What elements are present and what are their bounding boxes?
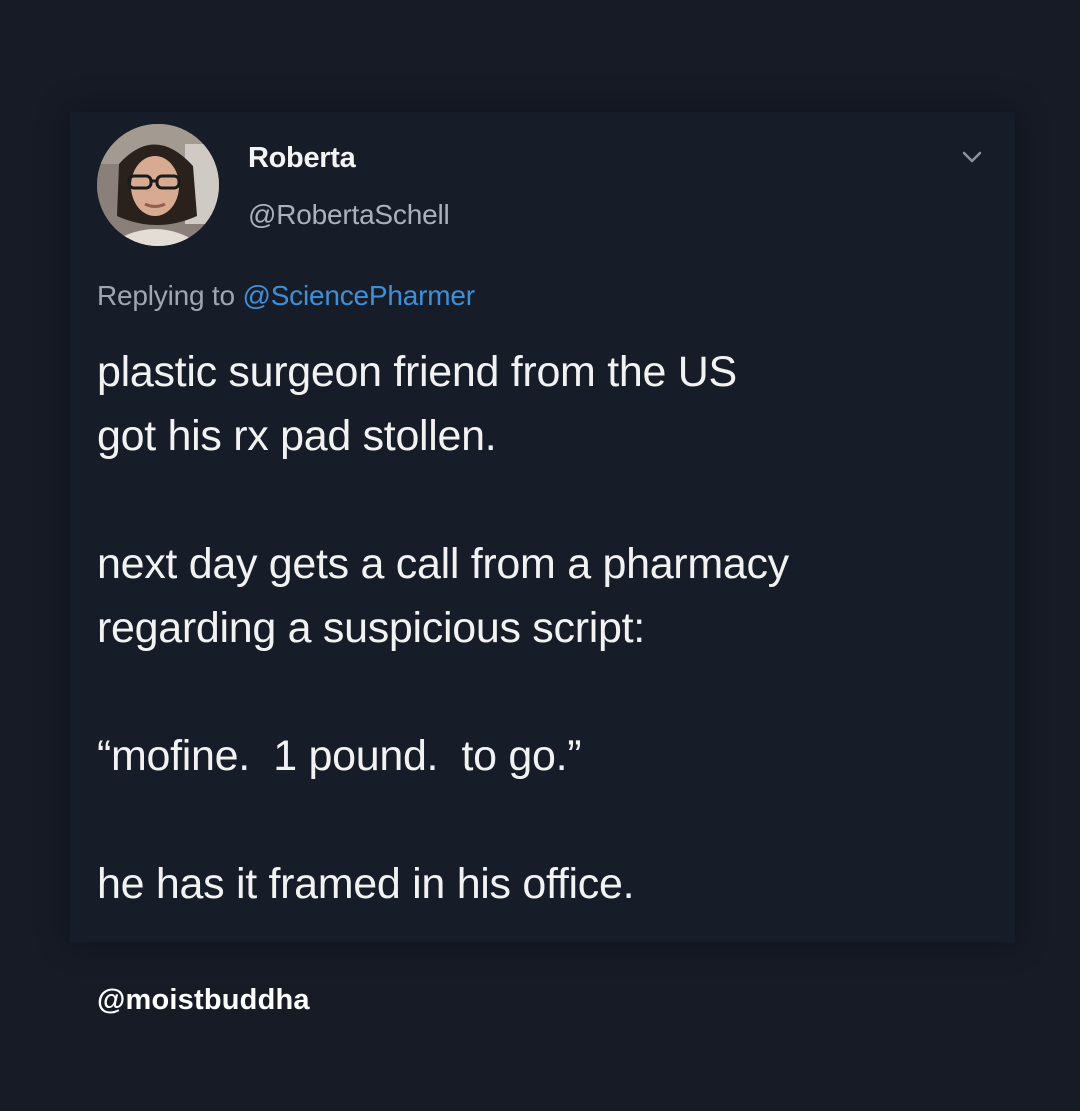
tweet-line: got his rx pad stollen. [97, 412, 497, 460]
replying-to-line: Replying to @SciencePharmer [97, 280, 475, 312]
tweet-paragraph: “mofine. 1 pound. to go.” [97, 724, 997, 788]
tweet-paragraph: he has it framed in his office. [97, 852, 997, 916]
avatar-photo [97, 124, 219, 246]
tweet-line: “mofine. 1 pound. to go.” [97, 732, 582, 780]
watermark-handle: @moistbuddha [97, 984, 310, 1016]
author-handle[interactable]: @RobertaSchell [248, 199, 450, 231]
tweet-text: plastic surgeon friend from the US got h… [97, 340, 997, 916]
replying-to-label: Replying to [97, 280, 235, 311]
chevron-down-icon[interactable] [958, 146, 986, 168]
reply-mention-link[interactable]: @SciencePharmer [242, 280, 475, 311]
tweet-paragraph: next day gets a call from a pharmacy reg… [97, 532, 997, 660]
tweet-line: plastic surgeon friend from the US [97, 348, 737, 396]
author-display-name[interactable]: Roberta [248, 142, 356, 175]
tweet-paragraph: plastic surgeon friend from the US got h… [97, 340, 997, 468]
tweet-line: regarding a suspicious script: [97, 604, 645, 652]
tweet-line: next day gets a call from a pharmacy [97, 540, 789, 588]
avatar[interactable] [97, 124, 219, 246]
tweet-line: he has it framed in his office. [97, 860, 635, 908]
